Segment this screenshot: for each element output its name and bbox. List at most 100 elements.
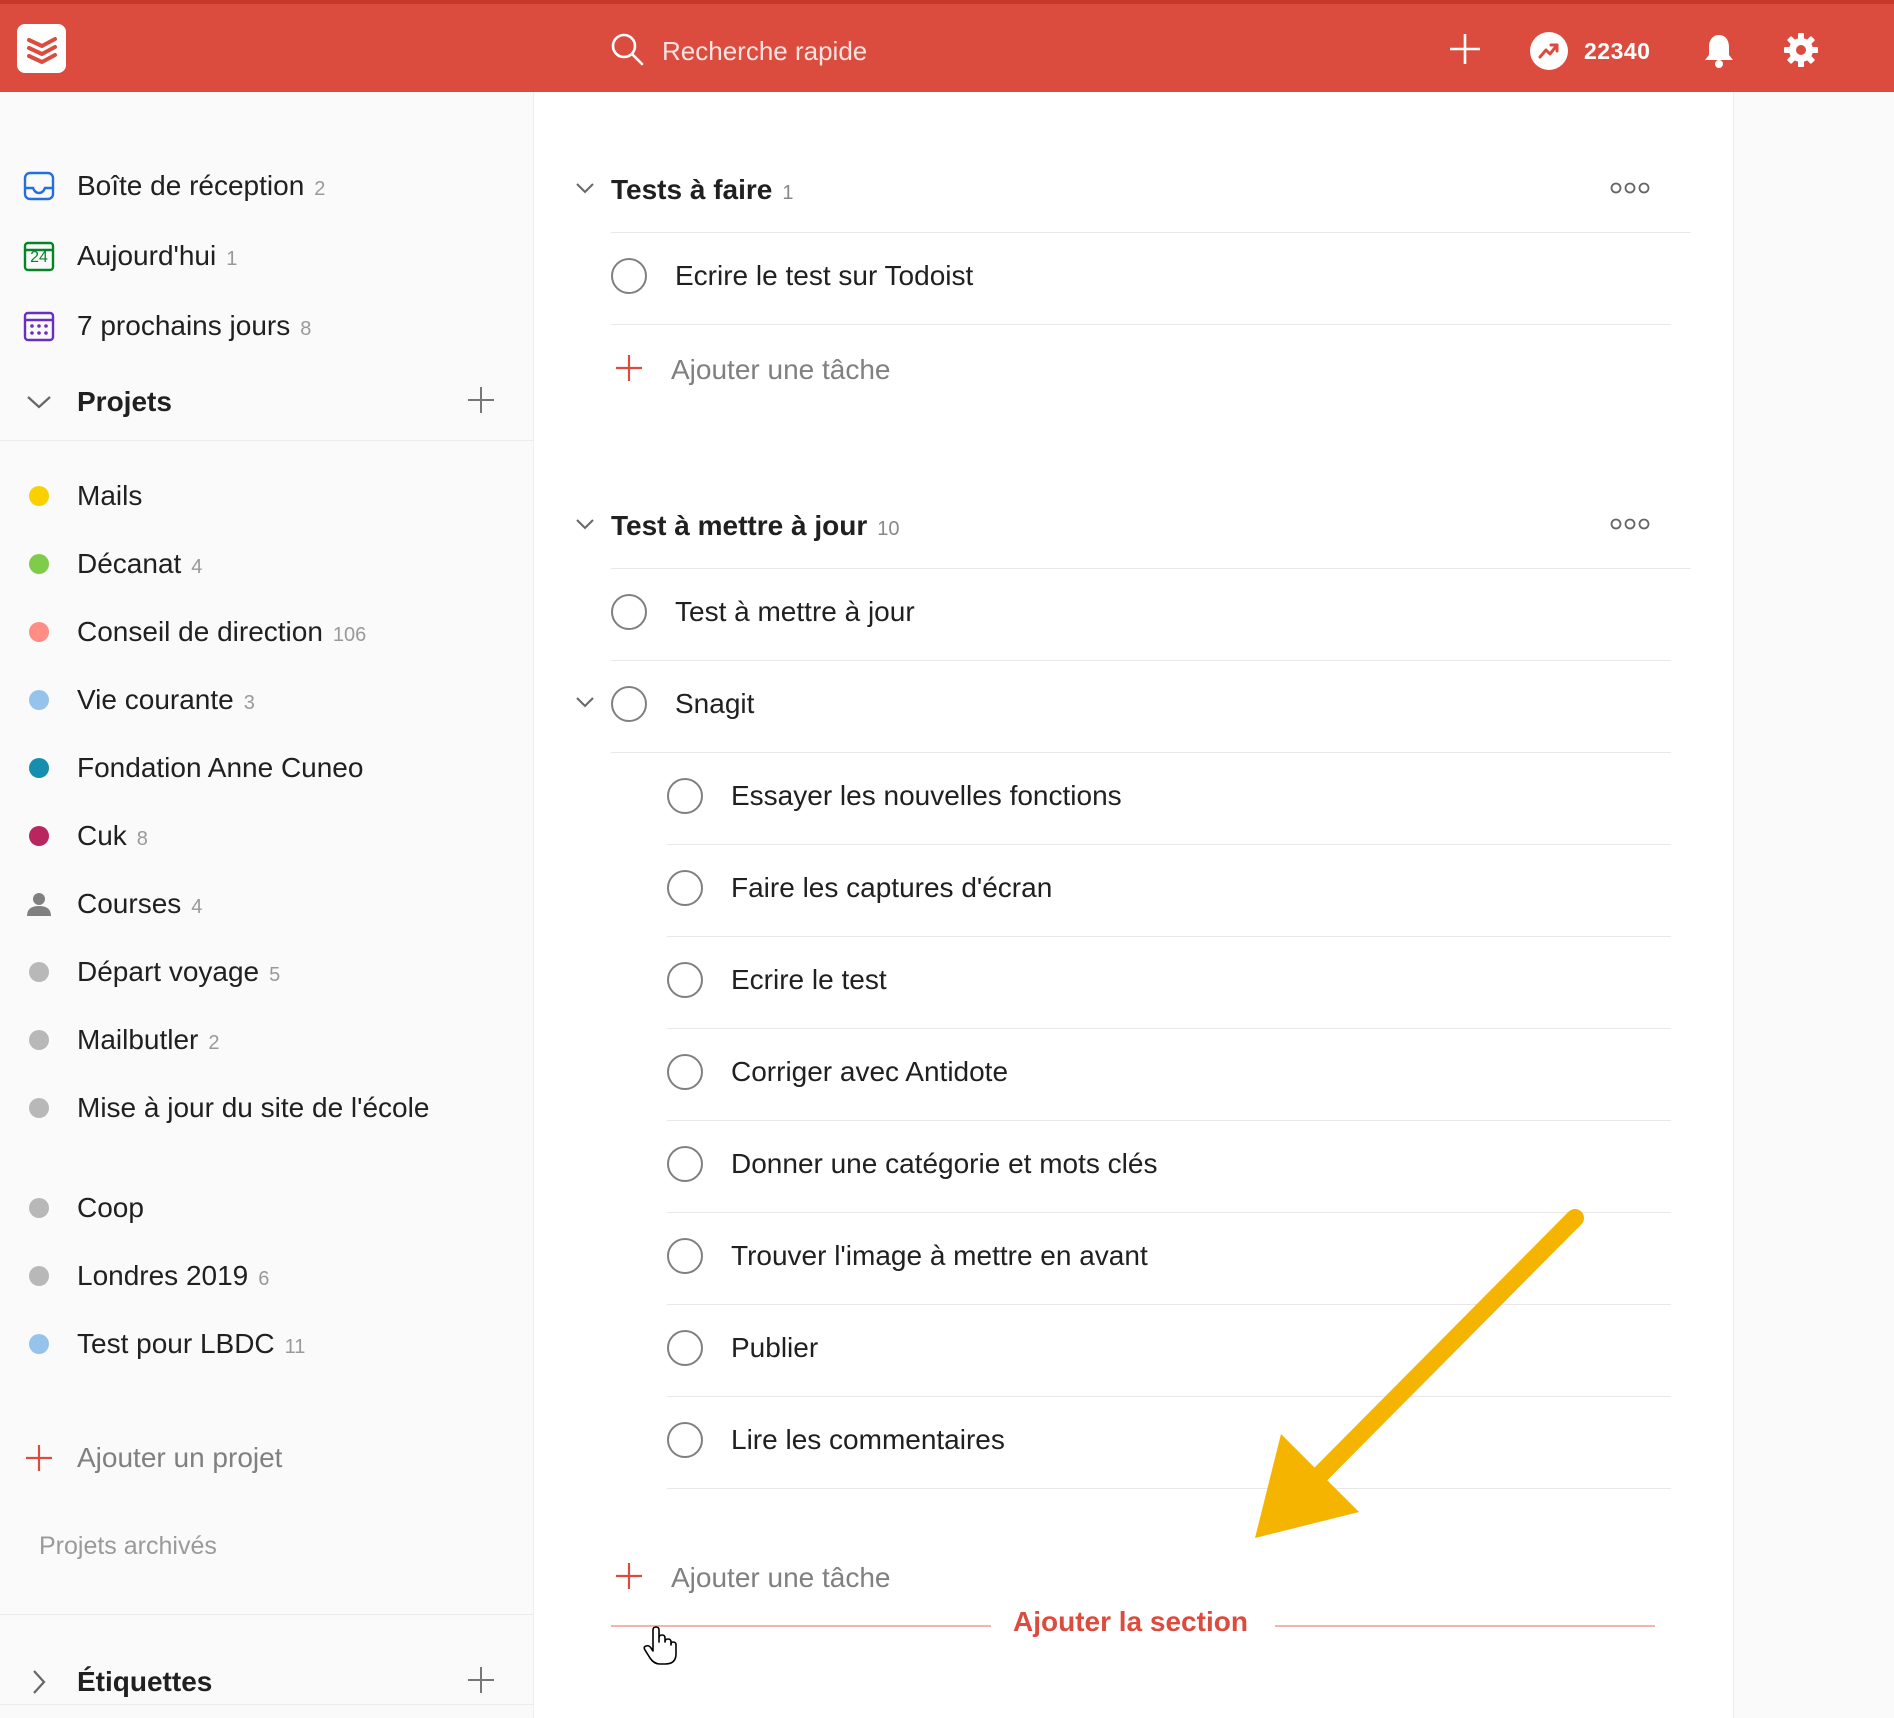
task-label: Snagit — [675, 688, 755, 719]
task-checkbox[interactable] — [667, 778, 703, 814]
task-checkbox[interactable] — [611, 594, 647, 630]
sidebar-item-project[interactable]: Test pour LBDC 11 — [0, 1316, 534, 1372]
project-color-dot-icon — [22, 479, 56, 513]
sidebar-item-project[interactable]: Mails — [0, 468, 534, 524]
sidebar-item-project[interactable]: Vie courante 3 — [0, 672, 534, 728]
chevron-down-icon[interactable] — [575, 181, 595, 200]
task-label: Ecrire le test sur Todoist — [675, 260, 974, 291]
task-checkbox[interactable] — [611, 258, 647, 294]
sidebar-item-project[interactable]: Départ voyage 5 — [0, 944, 534, 1000]
task-item-parent[interactable]: Snagit — [535, 658, 1655, 750]
chevron-right-icon[interactable] — [22, 1665, 56, 1699]
bell-icon[interactable] — [1702, 32, 1736, 73]
task-checkbox[interactable] — [667, 1054, 703, 1090]
task-label: Test à mettre à jour — [675, 596, 915, 627]
quick-add-icon[interactable] — [1447, 31, 1483, 72]
more-options-icon[interactable] — [1610, 181, 1650, 199]
subtask-item[interactable]: Corriger avec Antidote — [535, 1026, 1655, 1118]
subtask-item[interactable]: Faire les captures d'écran — [535, 842, 1655, 934]
task-item[interactable]: Ecrire le test sur Todoist — [535, 230, 1655, 322]
add-project-label: Ajouter un projet — [77, 1442, 283, 1473]
sidebar-item-project[interactable]: Courses 4 — [0, 876, 534, 932]
divider — [0, 440, 534, 441]
task-label: Corriger avec Antidote — [731, 1056, 1009, 1087]
add-task-label: Ajouter une tâche — [671, 1562, 891, 1593]
chevron-down-icon[interactable] — [575, 517, 595, 536]
plus-icon — [22, 1441, 56, 1475]
sidebar-item-project[interactable]: Mise à jour du site de l'école — [0, 1080, 534, 1136]
task-item[interactable]: Test à mettre à jour — [535, 566, 1655, 658]
main-content: Tests à faire 1 Ecrire le test sur Todois… — [535, 92, 1733, 1718]
projects-title: Projets — [77, 386, 172, 417]
project-color-dot-icon — [22, 1191, 56, 1225]
section-header[interactable]: Test à mettre à jour 10 — [535, 490, 1655, 562]
task-checkbox[interactable] — [667, 1330, 703, 1366]
add-label-plus-icon[interactable] — [466, 1665, 496, 1700]
sidebar-item-project[interactable]: Conseil de direction 106 — [0, 604, 534, 660]
chevron-down-icon[interactable] — [22, 385, 56, 419]
section-header[interactable]: Tests à faire 1 — [535, 154, 1655, 226]
karma-score: 22340 — [1584, 37, 1651, 64]
task-label: Essayer les nouvelles fonctions — [731, 780, 1122, 811]
archived-projects-link[interactable]: Projets archivés — [39, 1532, 217, 1561]
sidebar-item-project[interactable]: Mailbutler 2 — [0, 1012, 534, 1068]
add-task-button[interactable]: Ajouter une tâche — [535, 324, 1655, 416]
add-section-button[interactable]: Ajouter la section — [1013, 1606, 1248, 1638]
divider — [0, 1704, 534, 1705]
task-label: Donner une catégorie et mots clés — [731, 1148, 1158, 1179]
add-project-button[interactable]: Ajouter un projet — [0, 1430, 534, 1486]
sidebar-item-project[interactable]: Londres 2019 6 — [0, 1248, 534, 1304]
task-checkbox[interactable] — [611, 686, 647, 722]
sidebar-item-inbox[interactable]: Boîte de réception 2 — [0, 158, 534, 214]
subtask-item[interactable]: Donner une catégorie et mots clés — [535, 1118, 1655, 1210]
calendar-day-number: 24 — [30, 249, 48, 266]
project-label: Mise à jour du site de l'école — [77, 1092, 430, 1123]
sidebar-item-project[interactable]: Décanat 4 — [0, 536, 534, 592]
task-label: Lire les commentaires — [731, 1424, 1005, 1455]
project-color-dot-icon — [22, 547, 56, 581]
sidebar-item-project[interactable]: Cuk 8 — [0, 808, 534, 864]
task-checkbox[interactable] — [667, 1422, 703, 1458]
sidebar-item-next-7-days[interactable]: 7 prochains jours 8 — [0, 298, 534, 354]
project-color-dot-icon — [22, 1259, 56, 1293]
sidebar-item-project[interactable]: Fondation Anne Cuneo — [0, 740, 534, 796]
right-panel — [1733, 92, 1894, 1718]
project-color-dot-icon — [22, 955, 56, 989]
chevron-down-icon[interactable] — [575, 695, 595, 714]
sidebar: Boîte de réception 2 24 Aujourd'hui 1 7 pr… — [0, 92, 534, 1718]
add-section-divider[interactable] — [1275, 1625, 1655, 1627]
quick-search[interactable]: Recherche rapide — [610, 32, 867, 71]
annotation-arrow-icon — [1255, 1209, 1584, 1538]
karma-button[interactable]: 22340 — [1530, 32, 1650, 70]
karma-trend-icon — [1530, 32, 1568, 70]
search-input[interactable]: Recherche rapide — [662, 36, 867, 67]
project-color-dot-icon — [22, 751, 56, 785]
project-label: Londres 2019 6 — [77, 1260, 270, 1291]
sidebar-item-label: Boîte de réception 2 — [77, 170, 326, 201]
subtask-item[interactable]: Essayer les nouvelles fonctions — [535, 750, 1655, 842]
gear-icon[interactable] — [1783, 32, 1819, 73]
section-title: Test à mettre à jour 10 — [611, 510, 900, 541]
task-checkbox[interactable] — [667, 962, 703, 998]
more-options-icon[interactable] — [1610, 517, 1650, 535]
project-label: Conseil de direction 106 — [77, 616, 367, 647]
project-label: Coop — [77, 1192, 144, 1223]
project-color-dot-icon — [22, 683, 56, 717]
sidebar-item-today[interactable]: 24 Aujourd'hui 1 — [0, 228, 534, 284]
task-checkbox[interactable] — [667, 1146, 703, 1182]
task-checkbox[interactable] — [667, 870, 703, 906]
subtask-item[interactable]: Ecrire le test — [535, 934, 1655, 1026]
todoist-logo-icon[interactable] — [17, 24, 66, 73]
project-label: Vie courante 3 — [77, 684, 255, 715]
project-label: Cuk 8 — [77, 820, 148, 851]
sidebar-item-project[interactable]: Coop — [0, 1180, 534, 1236]
sidebar-item-label: 7 prochains jours 8 — [77, 310, 312, 341]
labels-header[interactable]: Étiquettes — [0, 1654, 534, 1710]
projects-header[interactable]: Projets — [0, 374, 534, 430]
plus-icon — [615, 354, 643, 387]
section-title: Tests à faire 1 — [611, 174, 794, 205]
task-checkbox[interactable] — [667, 1238, 703, 1274]
project-color-dot-icon — [22, 819, 56, 853]
project-color-dot-icon — [22, 1091, 56, 1125]
add-project-plus-icon[interactable] — [466, 385, 496, 420]
